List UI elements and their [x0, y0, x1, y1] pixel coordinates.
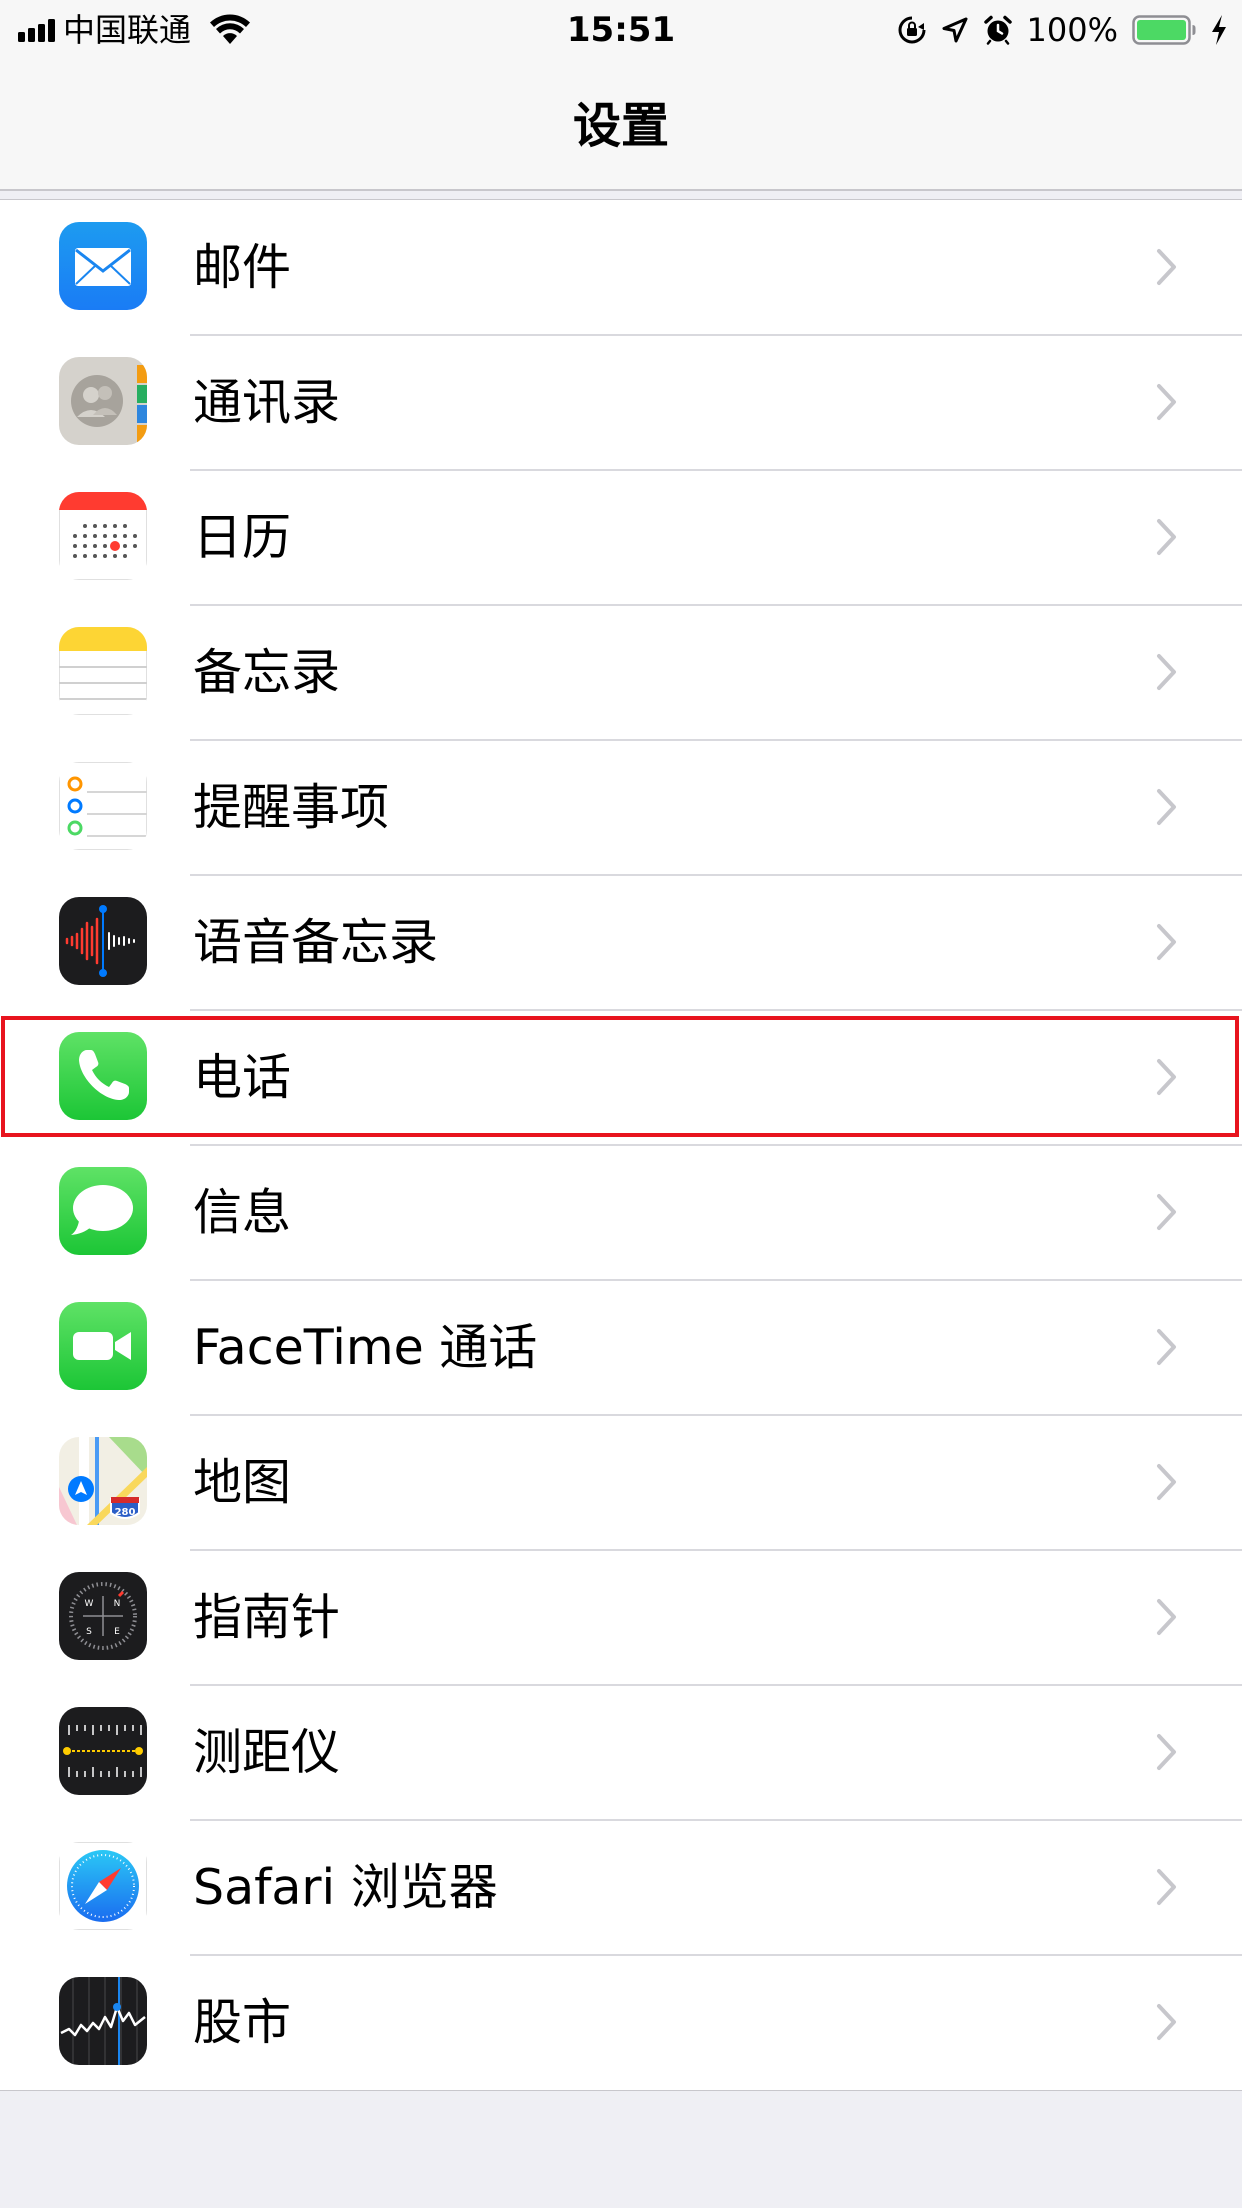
row-label: 电话 [193, 1049, 292, 1106]
map-sign-label: 280 [115, 1507, 136, 1518]
chevron-right-icon [1157, 654, 1176, 690]
chevron-right-icon [1157, 1329, 1176, 1365]
row-label: 通讯录 [193, 374, 341, 431]
voice-memos-icon [59, 897, 147, 985]
chevron-right-icon [1157, 1599, 1176, 1635]
messages-icon [59, 1167, 147, 1255]
row-label: FaceTime 通话 [193, 1319, 538, 1376]
settings-row-messages[interactable]: 信息 [0, 1145, 1242, 1281]
settings-row-phone[interactable]: 电话 [0, 1010, 1242, 1146]
battery-percent: 100% [1026, 11, 1118, 49]
settings-row-facetime[interactable]: FaceTime 通话 [0, 1280, 1242, 1416]
svg-text:E: E [114, 1627, 120, 1637]
settings-row-notes[interactable]: 备忘录 [0, 605, 1242, 741]
chevron-right-icon [1157, 1464, 1176, 1500]
calendar-icon [59, 492, 147, 580]
settings-row-calendar[interactable]: 日历 [0, 470, 1242, 606]
status-right: 100% [897, 10, 1228, 50]
row-label: 股市 [193, 1994, 292, 2051]
chevron-right-icon [1157, 519, 1176, 555]
measure-icon [59, 1707, 147, 1795]
alarm-icon [983, 15, 1012, 45]
row-label: 邮件 [193, 239, 292, 296]
chevron-right-icon [1157, 789, 1176, 825]
battery-fill [1137, 20, 1186, 40]
chevron-right-icon [1157, 384, 1176, 420]
chevron-right-icon [1157, 249, 1176, 285]
maps-icon: 280 [59, 1437, 147, 1525]
navigation-bar: 设置 [0, 60, 1242, 191]
row-label: Safari 浏览器 [193, 1859, 498, 1916]
settings-row-measure[interactable]: 测距仪 [0, 1685, 1242, 1821]
svg-text:W: W [85, 1599, 94, 1609]
row-label: 备忘录 [193, 644, 341, 701]
svg-text:S: S [86, 1627, 92, 1637]
chevron-right-icon [1157, 1869, 1176, 1905]
mail-icon [59, 222, 147, 310]
settings-row-safari[interactable]: Safari 浏览器 [0, 1820, 1242, 1956]
chevron-right-icon [1157, 1059, 1176, 1095]
status-bar: 中国联通 15:51 100% [0, 0, 1242, 60]
safari-icon [59, 1842, 147, 1930]
chevron-right-icon [1157, 924, 1176, 960]
row-label: 地图 [193, 1454, 292, 1511]
chevron-right-icon [1157, 1194, 1176, 1230]
stocks-icon [59, 1977, 147, 2065]
row-label: 提醒事项 [193, 779, 390, 836]
orientation-lock-icon [898, 16, 926, 44]
location-icon [942, 17, 968, 43]
settings-row-compass[interactable]: W N S E 指南针 [0, 1550, 1242, 1686]
row-label: 语音备忘录 [193, 914, 439, 971]
phone-icon [59, 1032, 147, 1120]
page-title: 设置 [572, 98, 669, 154]
settings-row-mail[interactable]: 邮件 [0, 200, 1242, 336]
facetime-icon [59, 1302, 147, 1390]
row-label: 日历 [193, 509, 292, 566]
contacts-icon [59, 357, 147, 445]
settings-row-maps[interactable]: 280 地图 [0, 1415, 1242, 1551]
settings-row-contacts[interactable]: 通讯录 [0, 335, 1242, 471]
settings-row-voice-memos[interactable]: 语音备忘录 [0, 875, 1242, 1011]
chevron-right-icon [1157, 2004, 1176, 2040]
settings-row-reminders[interactable]: 提醒事项 [0, 740, 1242, 876]
reminders-icon [59, 762, 147, 850]
row-label: 测距仪 [193, 1724, 341, 1781]
row-label: 信息 [193, 1184, 292, 1241]
notes-icon [59, 627, 147, 715]
row-label: 指南针 [193, 1589, 341, 1646]
settings-list: 邮件 通讯录 日历 备忘录 提醒事项 语音备忘录 电话 信息 FaceTime … [0, 199, 1242, 2091]
charging-icon [1212, 15, 1226, 45]
battery-icon [1132, 15, 1196, 45]
compass-icon: W N S E [59, 1572, 147, 1660]
settings-row-stocks[interactable]: 股市 [0, 1955, 1242, 2090]
svg-text:N: N [114, 1599, 121, 1609]
chevron-right-icon [1157, 1734, 1176, 1770]
